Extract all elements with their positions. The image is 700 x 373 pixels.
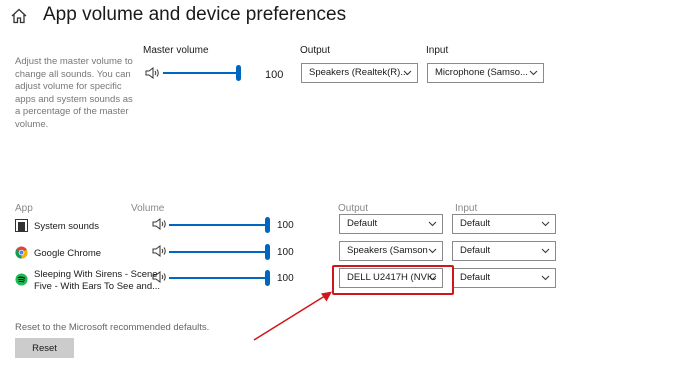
slider-track <box>169 251 270 253</box>
chevron-down-icon <box>428 221 437 227</box>
app-input-value: Default <box>460 272 491 283</box>
slider-track <box>169 277 270 279</box>
chevron-down-icon <box>541 221 550 227</box>
app-name-line-1: Sleeping With Sirens - Scene <box>34 269 158 280</box>
app-name: System sounds <box>34 221 99 232</box>
app-input-dropdown[interactable]: Default <box>452 214 556 234</box>
app-volume-slider[interactable] <box>169 270 270 286</box>
annotation-arrow-icon <box>253 291 332 341</box>
app-output-dropdown[interactable]: Default <box>339 214 443 234</box>
system-sounds-icon <box>15 219 28 232</box>
master-output-label: Output <box>300 45 331 56</box>
slider-track <box>169 224 270 226</box>
app-name: Google Chrome <box>34 248 102 259</box>
table-row: System sounds 100 Default Default <box>0 213 700 237</box>
app-volume-value: 100 <box>277 273 294 284</box>
master-volume-slider[interactable] <box>163 65 241 81</box>
speaker-icon[interactable] <box>152 245 168 257</box>
annotation-highlight-box <box>332 265 454 295</box>
chevron-down-icon <box>541 275 550 281</box>
slider-thumb[interactable] <box>265 270 270 286</box>
master-input-value: Microphone (Samso... <box>435 67 528 78</box>
app-output-value: Speakers (Samson <box>347 245 428 256</box>
master-volume-label: Master volume <box>143 45 209 56</box>
chevron-down-icon <box>541 248 550 254</box>
app-input-value: Default <box>460 245 491 256</box>
app-volume-slider[interactable] <box>169 244 270 260</box>
app-input-dropdown[interactable]: Default <box>452 268 556 288</box>
app-volume-slider[interactable] <box>169 217 270 233</box>
master-volume-value: 100 <box>265 69 284 81</box>
speaker-icon[interactable] <box>152 271 168 283</box>
spotify-icon <box>15 273 28 286</box>
app-volume-value: 100 <box>277 220 294 231</box>
app-input-value: Default <box>460 218 491 229</box>
speaker-icon[interactable] <box>152 218 168 230</box>
table-row: Google Chrome 100 Speakers (Samson Defau… <box>0 240 700 264</box>
home-icon[interactable] <box>10 7 28 25</box>
chevron-down-icon <box>529 70 538 76</box>
master-input-label: Input <box>426 45 449 56</box>
app-output-value: Default <box>347 218 378 229</box>
slider-thumb[interactable] <box>265 244 270 260</box>
chevron-down-icon <box>428 248 437 254</box>
app-input-dropdown[interactable]: Default <box>452 241 556 261</box>
speaker-icon[interactable] <box>145 67 161 79</box>
master-input-dropdown[interactable]: Microphone (Samso... <box>427 63 544 83</box>
slider-thumb[interactable] <box>236 65 241 81</box>
app-name-line-2: Five - With Ears To See and... <box>34 281 161 292</box>
slider-thumb[interactable] <box>265 217 270 233</box>
chevron-down-icon <box>403 70 412 76</box>
master-output-dropdown[interactable]: Speakers (Realtek(R)... <box>301 63 418 83</box>
chrome-icon <box>15 246 28 259</box>
slider-track <box>163 72 241 74</box>
app-output-dropdown[interactable]: Speakers (Samson <box>339 241 443 261</box>
master-description: Adjust the master volume to change all s… <box>15 56 133 130</box>
page-title: App volume and device preferences <box>43 4 347 25</box>
reset-button[interactable]: Reset <box>15 338 74 358</box>
app-volume-value: 100 <box>277 247 294 258</box>
reset-description: Reset to the Microsoft recommended defau… <box>15 322 210 333</box>
master-output-value: Speakers (Realtek(R)... <box>309 67 409 78</box>
